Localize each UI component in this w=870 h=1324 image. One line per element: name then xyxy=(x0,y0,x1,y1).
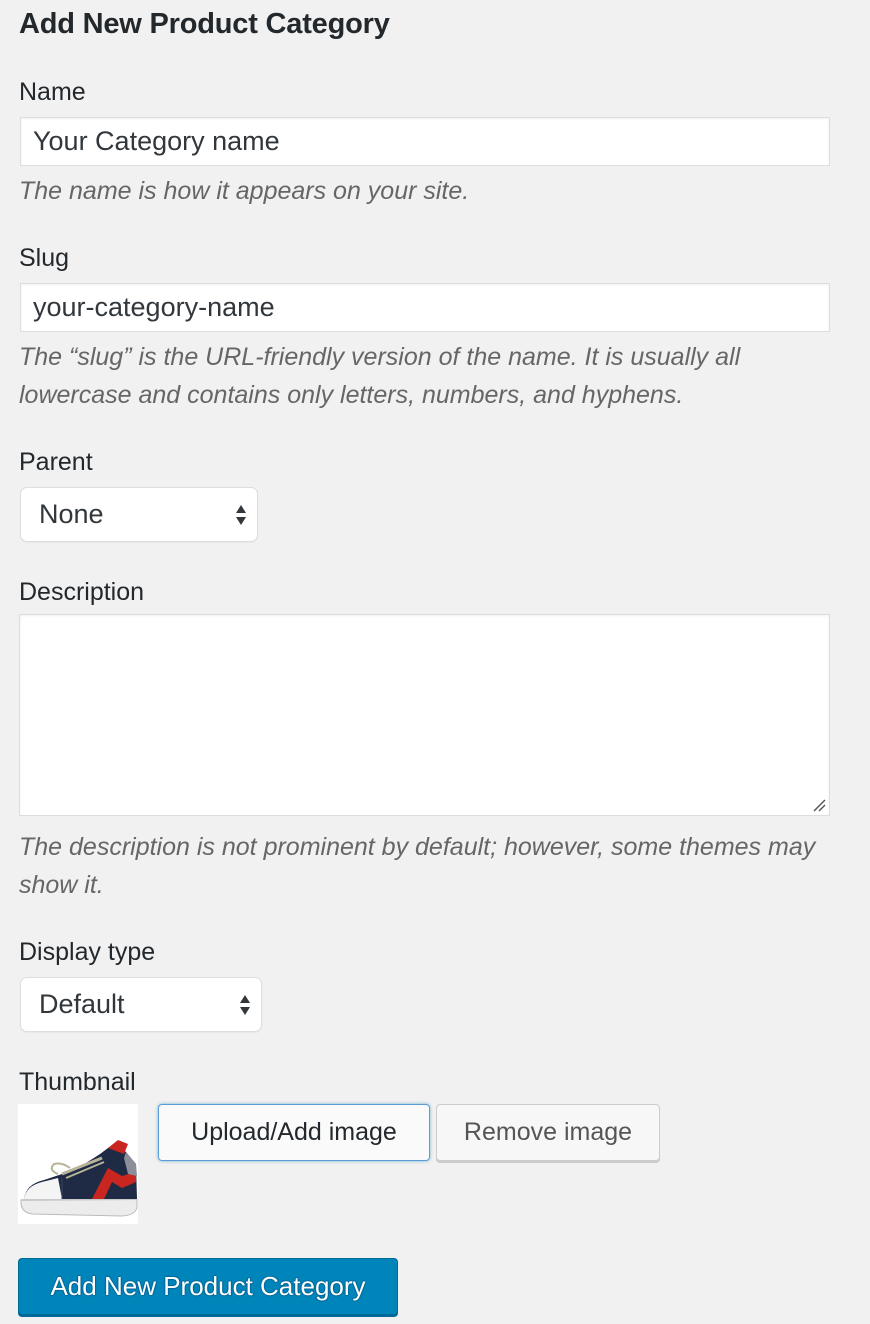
display-type-select[interactable]: Default xyxy=(20,977,262,1032)
sneaker-thumbnail-image xyxy=(18,1104,138,1224)
slug-label: Slug xyxy=(19,244,70,272)
parent-select-value: None xyxy=(39,499,104,529)
resize-grip-icon[interactable] xyxy=(813,799,826,812)
parent-label: Parent xyxy=(19,448,93,476)
slug-help-text: The “slug” is the URL-friendly version o… xyxy=(19,343,741,409)
description-label: Description xyxy=(19,578,145,606)
add-category-submit-button[interactable]: Add New Product Category xyxy=(18,1258,398,1315)
description-textarea[interactable] xyxy=(19,614,830,816)
display-type-label: Display type xyxy=(19,938,156,966)
page-title: Add New Product Category xyxy=(19,8,390,40)
display-type-select-value: Default xyxy=(39,989,125,1019)
remove-image-button[interactable]: Remove image xyxy=(436,1104,660,1161)
description-help-text: The description is not prominent by defa… xyxy=(19,833,816,899)
name-help-text: The name is how it appears on your site. xyxy=(19,177,470,205)
slug-input[interactable] xyxy=(20,283,830,332)
name-input[interactable] xyxy=(20,117,830,166)
thumbnail-label: Thumbnail xyxy=(19,1068,136,1096)
parent-select[interactable]: None xyxy=(20,487,258,542)
select-arrows-icon xyxy=(240,995,250,1015)
select-arrows-icon xyxy=(236,505,246,525)
upload-image-button[interactable]: Upload/Add image xyxy=(158,1104,430,1161)
name-label: Name xyxy=(19,78,86,106)
